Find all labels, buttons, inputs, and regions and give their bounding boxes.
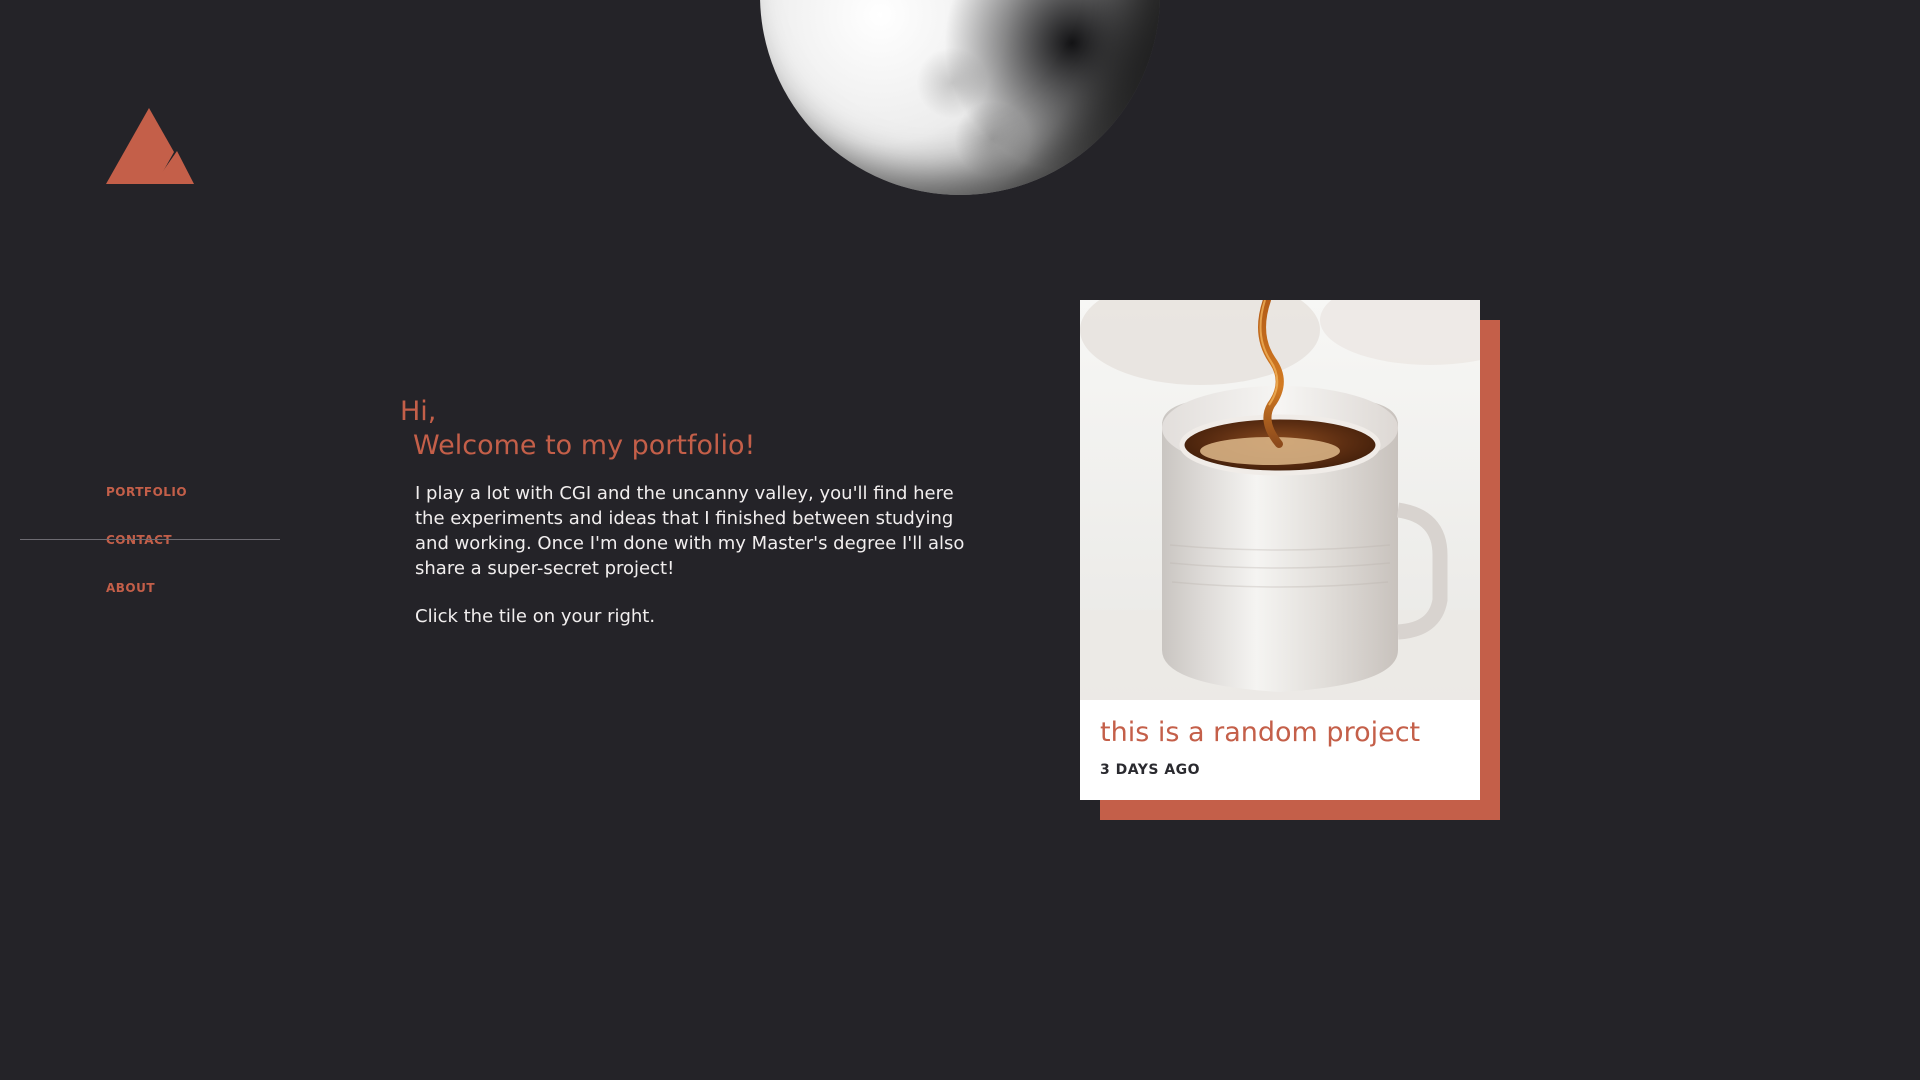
page-title: Welcome to my portfolio! <box>413 430 756 461</box>
project-card[interactable]: this is a random project 3 DAYS AGO <box>1080 300 1480 800</box>
project-image <box>1080 300 1480 700</box>
intro-paragraph: I play a lot with CGI and the uncanny va… <box>415 483 965 579</box>
nav-portfolio[interactable]: PORTFOLIO <box>106 485 187 499</box>
moon-image <box>760 0 1160 195</box>
coffee-cup-image <box>1080 300 1480 700</box>
greeting: Hi, <box>400 396 437 427</box>
card-title: this is a random project <box>1100 717 1421 748</box>
card-meta: 3 DAYS AGO <box>1100 762 1201 778</box>
intro-cta: Click the tile on your right. <box>415 606 656 627</box>
nav-about[interactable]: ABOUT <box>106 581 155 595</box>
triangle-logo-icon[interactable] <box>106 108 194 184</box>
nav-contact[interactable]: CONTACT <box>106 533 172 547</box>
nav-active-line <box>20 539 280 540</box>
